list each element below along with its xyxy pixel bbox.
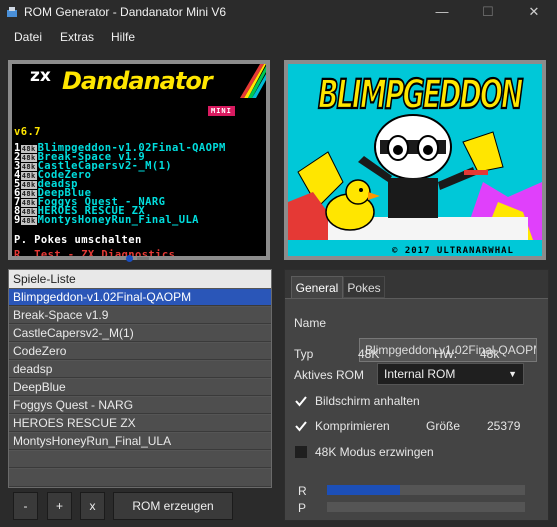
list-item-empty [9,469,271,487]
list-item[interactable]: deadsp [9,361,271,378]
list-item[interactable]: DeepBlue [9,379,271,396]
compress-label: Komprimieren [315,419,390,433]
zx-game-size-badge: 48k [20,208,37,216]
chevron-down-icon: ▼ [508,369,517,379]
progress-p-label: P [298,501,307,515]
hw-label: HW: [434,347,458,361]
force-48k-label: 48K Modus erzwingen [315,445,434,459]
zx-game-size-badge: 48k [20,154,37,162]
app-icon [7,7,17,17]
name-label: Name [294,316,327,330]
list-item[interactable]: MontysHoneyRun_Final_ULA [9,433,271,450]
preview-copyright: © 2017 ULTRANARWHAL [392,246,514,256]
progress-r-label: R [298,484,307,498]
title-bar: ROM Generator - Dandanator Mini V6 — ☐ ✕ [0,0,557,26]
menu-extras[interactable]: Extras [60,30,94,44]
zx-game-size-badge: 48k [20,172,37,180]
progress-r-bar [327,485,525,495]
remove-game-button[interactable]: - [13,492,38,520]
rainbow-stripes [240,64,266,98]
menu-datei[interactable]: Datei [14,30,42,44]
active-rom-label: Aktives ROM [294,368,365,382]
screen-save-label: Bildschirm anhalten [315,394,420,408]
zx-game-line: 948k MontysHoneyRun_Final_ULA [14,214,199,226]
generate-rom-button[interactable]: ROM erzeugen [113,492,233,520]
list-item[interactable]: Foggys Quest - NARG [9,397,271,414]
zx-game-number: 9 [14,214,21,226]
dandanator-logo: zx Dandanator MINI [12,64,266,124]
zx-game-size-badge: 48k [20,190,37,198]
details-panel: General Pokes Name Blimpgeddon-v1.02Fina… [284,269,549,521]
active-rom-select[interactable]: Internal ROM ▼ [377,363,524,385]
close-button[interactable]: ✕ [511,0,557,26]
logo-zx-text: zx [30,66,51,86]
type-value: 48K [358,347,380,361]
hw-value: 48k [480,347,500,361]
screen-dot-active[interactable] [126,255,133,262]
zx-menu-screen: zx Dandanator MINI v6.7 148k Blimpgeddon-… [8,60,270,260]
game-preview-screen: BLIMPGEDDON © 2017 ULTRANARWHAL [284,60,546,260]
size-value: 25379 [487,419,521,433]
screen-save-checkbox[interactable] [294,394,308,408]
logo-badge: MINI [208,106,235,116]
progress-r-fill [327,485,401,495]
menu-hilfe[interactable]: Hilfe [111,30,135,44]
list-item[interactable]: HEROES RESCUE ZX [9,415,271,432]
list-item[interactable]: Blimpgeddon-v1.02Final-QAOPM [9,289,271,306]
zx-game-size-badge: 48k [20,217,37,225]
screen-dot-inactive[interactable] [137,257,149,260]
progress-p-bar [327,502,525,512]
window-title: ROM Generator - Dandanator Mini V6 [24,5,227,19]
type-label: Typ [294,347,314,361]
zx-version: v6.7 [14,126,41,138]
zx-game-size-badge: 48k [20,181,37,189]
clear-list-button[interactable]: x [80,492,105,520]
active-rom-value: Internal ROM [384,367,456,381]
maximize-button[interactable]: ☐ [465,0,511,26]
list-item[interactable]: Break-Space v1.9 [9,307,271,324]
zx-test-line: R. Test - ZX Diagnostics [14,249,176,260]
zx-pokes-line: P. Pokes umschalten [14,234,142,246]
zx-game-size-badge: 48k [20,145,37,153]
game-list-header: Spiele-Liste [9,270,271,288]
zx-game-name: MontysHoneyRun_Final_ULA [37,214,199,226]
preview-artwork [288,114,542,240]
list-item[interactable]: CastleCapersv2-_M(1) [9,325,271,342]
menu-bar: Datei Extras Hilfe [0,26,557,48]
game-list[interactable]: Spiele-Liste Blimpgeddon-v1.02Final-QAOP… [8,269,272,488]
tab-pokes[interactable]: Pokes [343,276,385,298]
zx-game-size-badge: 48k [20,163,37,171]
zx-game-size-badge: 48k [20,199,37,207]
list-item-empty [9,451,271,468]
compress-checkbox[interactable] [294,419,308,433]
size-label: Größe [426,419,461,433]
logo-name-text: Dandanator [62,67,213,95]
minimize-button[interactable]: — [419,0,465,26]
add-game-button[interactable]: + [47,492,72,520]
force-48k-checkbox[interactable] [294,445,308,459]
tab-general[interactable]: General [291,276,343,298]
list-item[interactable]: CodeZero [9,343,271,360]
